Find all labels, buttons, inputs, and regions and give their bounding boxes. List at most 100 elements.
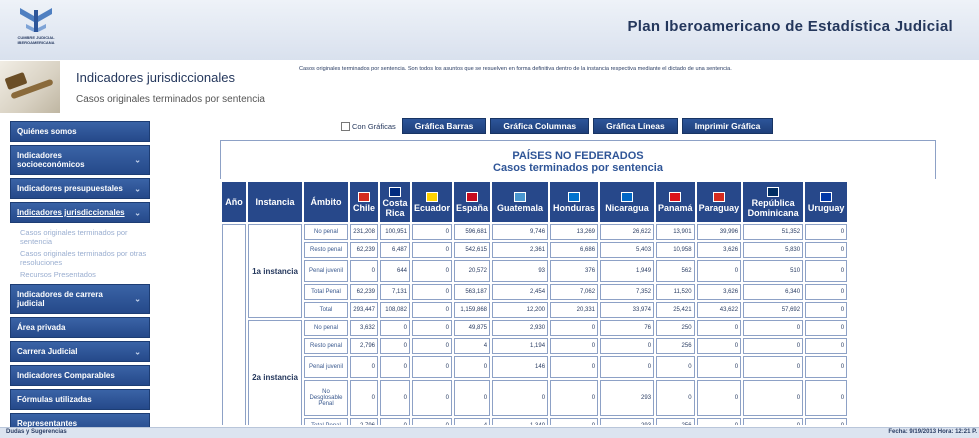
country-label: Ecuador — [414, 202, 451, 213]
value-cell: 0 — [805, 356, 848, 378]
sidebar-item-comparables[interactable]: Indicadores Comparables — [10, 365, 150, 386]
table-row: 1a instancia No penal 231,208 100,951 0 596,6… — [222, 224, 848, 425]
imprimir-grafica-button[interactable]: Imprimir Gráfica — [681, 118, 774, 134]
value-cell: 0 — [696, 260, 742, 282]
value-cell: 0 — [454, 380, 491, 416]
value-cell: 256 — [656, 418, 695, 425]
ambito-cell: No penal — [304, 224, 348, 240]
value-cell: 7,352 — [600, 284, 655, 300]
flag-icon — [466, 191, 479, 202]
value-cell: 2,930 — [492, 320, 549, 336]
site-logo[interactable]: CUMBRE JUDICIAL IBEROAMERICANA — [6, 6, 66, 52]
sidebar-item-socioeconomicos[interactable]: Indicadores socioeconómicos ⌄ — [10, 145, 150, 175]
sidebar-item-label: Carrera Judicial — [17, 347, 78, 356]
col-header-anio: Año — [222, 182, 246, 222]
chevron-down-icon: ⌄ — [134, 294, 141, 304]
value-cell: 0 — [805, 380, 848, 416]
sidebar-item-label: Fórmulas utilizadas — [17, 395, 92, 404]
col-header-country: Uruguay — [805, 182, 848, 222]
sidebar-item-area-privada[interactable]: Área privada — [10, 317, 150, 338]
ambito-cell: Penal juvenil — [304, 356, 348, 378]
value-cell: 0 — [492, 380, 549, 416]
col-header-country: Ecuador — [412, 182, 453, 222]
sidebar-item-label: Indicadores socioeconómicos — [17, 151, 85, 169]
page-footer: Dudas y Sugerencias Fecha: 9/19/2013 Hor… — [0, 427, 979, 438]
flag-icon — [568, 191, 581, 202]
sidebar-nav: Quiénes somos Indicadores socioeconómico… — [10, 121, 150, 437]
value-cell: 0 — [805, 242, 848, 258]
submenu-item-terminados-sentencia[interactable]: Casos originales terminados por sentenci… — [20, 228, 150, 246]
value-cell: 1,194 — [492, 338, 549, 354]
sidebar-item-label: Indicadores de carrera judicial — [17, 290, 103, 308]
value-cell: 62,239 — [350, 284, 378, 300]
table-title: PAÍSES NO FEDERADOS — [512, 150, 644, 162]
table-body: 1a instancia No penal 231,208 100,951 0 596,6… — [222, 224, 848, 425]
value-cell: 562 — [656, 260, 695, 282]
country-label: España — [456, 202, 489, 213]
value-cell: 43,622 — [696, 302, 742, 318]
flag-icon — [669, 191, 682, 202]
site-header: CUMBRE JUDICIAL IBEROAMERICANA Plan Iber… — [0, 0, 979, 61]
table-header-row: Año Instancia Ámbito Chile Costa Rica Ecua… — [222, 182, 848, 222]
flag-icon — [767, 186, 780, 197]
dudas-sugerencias-link[interactable]: Dudas y Sugerencias — [6, 429, 67, 435]
value-cell: 542,615 — [454, 242, 491, 258]
ambito-cell: Resto penal — [304, 242, 348, 258]
checkbox-label: Con Gráficas — [352, 121, 396, 131]
value-cell: 3,626 — [696, 284, 742, 300]
sidebar-item-jurisdiccionales[interactable]: Indicadores jurisdiccionales ⌄ — [10, 202, 150, 223]
page-description: Casos originales terminados por sentenci… — [299, 66, 732, 72]
value-cell: 0 — [656, 380, 695, 416]
value-cell: 1,340 — [492, 418, 549, 425]
grafica-columnas-button[interactable]: Gráfica Columnas — [490, 118, 590, 134]
submenu-item-recursos-presentados[interactable]: Recursos Presentados — [20, 270, 150, 279]
submenu-item-otras-resoluciones[interactable]: Casos originales terminados por otras re… — [20, 249, 150, 267]
value-cell: 376 — [550, 260, 599, 282]
value-cell: 9,746 — [492, 224, 549, 240]
table-row: Penal juvenil 0 0 0 0 146 0 0 0 0 0 0 — [222, 356, 848, 378]
value-cell: 0 — [805, 320, 848, 336]
value-cell: 0 — [805, 260, 848, 282]
value-cell: 0 — [600, 356, 655, 378]
value-cell: 3,632 — [350, 320, 378, 336]
checkbox-icon[interactable] — [341, 121, 350, 131]
grafica-barras-button[interactable]: Gráfica Barras — [401, 118, 487, 134]
value-cell: 0 — [350, 260, 378, 282]
value-cell: 93 — [492, 260, 549, 282]
ambito-cell: Resto penal — [304, 338, 348, 354]
value-cell: 6,686 — [550, 242, 599, 258]
value-cell: 0 — [696, 338, 742, 354]
value-cell: 0 — [380, 320, 410, 336]
value-cell: 62,239 — [350, 242, 378, 258]
value-cell: 0 — [380, 418, 410, 425]
flag-icon — [426, 191, 438, 202]
value-cell: 0 — [350, 356, 378, 378]
sidebar-item-carrera-judicial[interactable]: Carrera Judicial ⌄ — [10, 341, 150, 362]
sidebar-item-presupuestales[interactable]: Indicadores presupuestales ⌄ — [10, 178, 150, 199]
logo-text: CUMBRE JUDICIAL IBEROAMERICANA — [17, 35, 55, 45]
value-cell: 0 — [412, 224, 453, 240]
page-subtitle: Casos originales terminados por sentenci… — [76, 94, 265, 105]
flag-icon — [358, 191, 370, 202]
value-cell: 0 — [550, 418, 599, 425]
cumbre-logo-icon — [20, 8, 52, 32]
col-header-country: Chile — [350, 182, 378, 222]
sidebar-item-formulas[interactable]: Fórmulas utilizadas — [10, 389, 150, 410]
value-cell: 0 — [412, 284, 453, 300]
value-cell: 0 — [380, 338, 410, 354]
chevron-down-icon: ⌄ — [134, 347, 141, 356]
chevron-down-icon: ⌄ — [134, 155, 141, 165]
table-subtitle: Casos terminados por sentencia — [493, 162, 663, 174]
value-cell: 2,361 — [492, 242, 549, 258]
value-cell: 0 — [805, 418, 848, 425]
col-header-country: Guatemala — [492, 182, 549, 222]
grafica-lineas-button[interactable]: Gráfica Líneas — [593, 118, 678, 134]
sidebar-item-quienes-somos[interactable]: Quiénes somos — [10, 121, 150, 142]
sidebar-item-label: Área privada — [17, 323, 66, 332]
value-cell: 0 — [550, 320, 599, 336]
sidebar-item-carrera-judicial-ind[interactable]: Indicadores de carrera judicial ⌄ — [10, 284, 150, 314]
con-graficas-checkbox[interactable]: Con Gráficas — [341, 121, 396, 131]
table-row: 2a instancia No penal 3,632 0 0 49,875 2,930 0 7… — [222, 320, 848, 425]
value-cell: 20,572 — [454, 260, 491, 282]
sidebar-item-label: Quiénes somos — [17, 127, 77, 136]
